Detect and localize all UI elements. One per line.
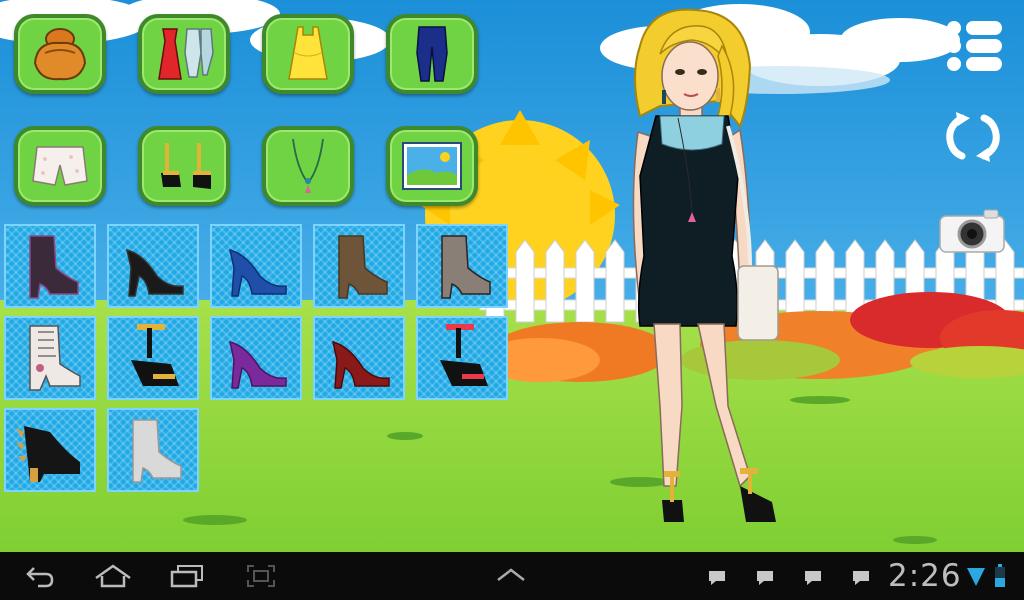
shoe-icon: [338, 235, 388, 299]
necklace-icon: [292, 138, 324, 193]
refresh-button[interactable]: [942, 108, 1004, 166]
shoe-option-tile[interactable]: [313, 316, 405, 400]
shoe-selection-grid: [4, 224, 514, 496]
shoe-icon: [132, 419, 182, 483]
shoe-icon: [16, 426, 80, 482]
fence-picket: [545, 239, 565, 323]
shoe-icon: [441, 235, 491, 299]
landscape-icon: [402, 142, 462, 190]
category-backgrounds-button[interactable]: [386, 126, 478, 206]
fence-picket: [515, 239, 535, 323]
shoe-option-tile[interactable]: [107, 224, 199, 308]
shoe-icon: [29, 325, 81, 391]
notification-icon[interactable]: [852, 570, 870, 586]
category-dresses-button[interactable]: [138, 14, 230, 94]
category-tops-button[interactable]: [262, 14, 354, 94]
shoe-icon: [131, 324, 179, 386]
recent-apps-icon[interactable]: [170, 564, 204, 588]
shoe-icon: [332, 340, 390, 389]
shoe-option-tile[interactable]: [4, 408, 96, 492]
shoe-icon: [440, 324, 488, 386]
category-shoes-button[interactable]: [138, 126, 230, 206]
shoe-option-tile[interactable]: [416, 224, 508, 308]
shoe-option-tile[interactable]: [416, 316, 508, 400]
shoe-option-tile[interactable]: [107, 408, 199, 492]
hair-icon: [33, 28, 87, 81]
category-hair-button[interactable]: [14, 14, 106, 94]
chevron-up-icon[interactable]: [496, 568, 526, 582]
home-icon[interactable]: [94, 564, 132, 588]
shoe-option-tile[interactable]: [210, 316, 302, 400]
back-icon[interactable]: [24, 564, 56, 588]
camera-button[interactable]: [936, 204, 1008, 254]
shoe-option-tile[interactable]: [107, 316, 199, 400]
notification-icon[interactable]: [804, 570, 822, 586]
game-screen: [0, 0, 1024, 552]
shoe-icon: [126, 248, 184, 297]
doll-character: [632, 8, 779, 522]
refresh-icon: [946, 112, 1000, 162]
fence-picket: [575, 239, 595, 323]
notification-icon[interactable]: [708, 570, 726, 586]
top-icon: [288, 26, 328, 80]
menu-icon: [947, 21, 1002, 71]
shorts-icon: [32, 146, 88, 186]
shoe-option-tile[interactable]: [4, 316, 96, 400]
shoe-icon: [29, 235, 79, 299]
shoes-icon: [161, 143, 211, 189]
shoe-option-tile[interactable]: [210, 224, 302, 308]
dress-icon: [158, 28, 214, 80]
camera-icon: [939, 209, 1005, 253]
shoe-option-tile[interactable]: [4, 224, 96, 308]
wifi-icon: [967, 568, 985, 586]
pants-icon: [416, 26, 448, 82]
shoe-icon: [229, 248, 287, 297]
category-accessories-button[interactable]: [262, 126, 354, 206]
system-navigation-bar: 2:26: [0, 552, 1024, 600]
screenshot-icon[interactable]: [246, 564, 276, 588]
status-clock: 2:26: [888, 558, 962, 594]
category-pants-button[interactable]: [386, 14, 478, 94]
category-shorts-button[interactable]: [14, 126, 106, 206]
shoe-option-tile[interactable]: [313, 224, 405, 308]
notification-icon[interactable]: [756, 570, 774, 586]
battery-icon: [995, 564, 1005, 587]
fence-picket: [815, 239, 835, 323]
shoe-icon: [229, 340, 287, 389]
menu-button[interactable]: [944, 18, 1004, 74]
